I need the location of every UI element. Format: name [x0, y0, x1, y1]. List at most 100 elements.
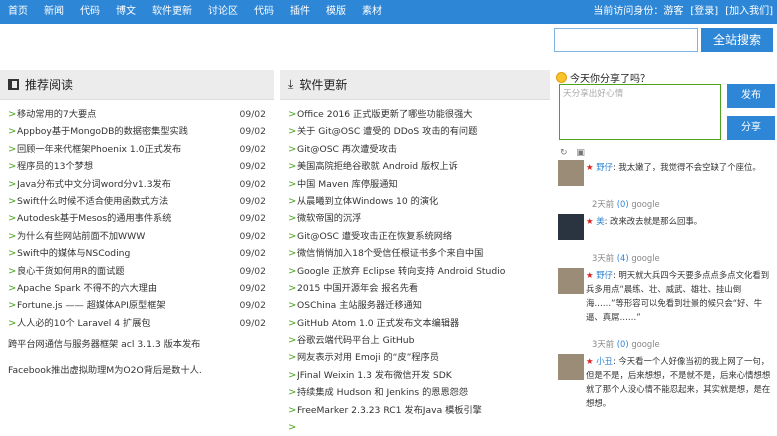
item-title[interactable]: 跨平台网通信与服务器框架 acl 3.1.3 版本发布 — [8, 332, 274, 358]
list-item[interactable]: > 移动常用的7大要点 09/02 — [8, 106, 274, 123]
list-item[interactable]: > — [8, 384, 274, 410]
item-title[interactable]: Autodesk基于Mesos的通用事件系统 — [17, 210, 230, 227]
item-title[interactable]: Appboy基于MongoDB的数据密集型实践 — [17, 123, 230, 140]
item-title[interactable]: Swift中的媒体与NSCoding — [17, 245, 230, 262]
search-button[interactable]: 全站搜索 — [701, 28, 773, 52]
item-title[interactable]: 从晨曦到立体Windows 10 的演化 — [297, 193, 550, 210]
item-title[interactable]: Git@OSC 遭受攻击正在恢复系统网络 — [297, 228, 550, 245]
refresh-icon[interactable]: ↻ — [560, 148, 568, 158]
item-title[interactable]: 持续集成 Hudson 和 Jenkins 的恩恩怨怨 — [297, 384, 550, 401]
list-item[interactable]: >2015 中国开源年会 报名先看 — [288, 280, 550, 297]
avatar[interactable] — [558, 354, 584, 380]
avatar[interactable] — [558, 214, 584, 240]
list-item[interactable]: > FreeMarker 2.3.23 RC1 发布Java 模板引擎 — [288, 402, 550, 419]
list-item[interactable]: > Swift中的媒体与NSCoding 09/02 — [8, 245, 274, 262]
nav-item[interactable]: 素材 — [354, 0, 390, 24]
item-title[interactable]: 良心干货如何用R的面试题 — [17, 263, 230, 280]
list-item[interactable]: > 微信悄悄加入18个受信任根证书多个来自中国 — [288, 245, 550, 262]
item-title[interactable]: 网友表示对用 Emoji 的“皮”程序员 — [297, 349, 550, 366]
list-item[interactable]: > Autodesk基于Mesos的通用事件系统 09/02 — [8, 210, 274, 227]
list-item[interactable]: > Swift什么时候不适合使用函数式方法 09/02 — [8, 193, 274, 210]
item-title[interactable]: Fortune.js —— 超媒体API原型框架 — [17, 297, 230, 314]
list-item[interactable]: > 为什么有些网站前面不加WWW 09/02 — [8, 228, 274, 245]
list-item[interactable]: > Appboy基于MongoDB的数据密集型实践 09/02 — [8, 123, 274, 140]
image-icon[interactable]: ▣ — [576, 148, 585, 158]
user-nav-item[interactable]: [加入我们] — [725, 0, 773, 24]
share-button[interactable]: 分享 — [727, 116, 775, 140]
nav-item[interactable]: 首页 — [0, 0, 36, 24]
list-item[interactable]: > 人人必的10个 Laravel 4 扩展包 09/02 — [8, 315, 274, 332]
item-title[interactable]: 谷歌云端代码平台上 GitHub — [297, 332, 550, 349]
item-title[interactable]: JFinal Weixin 1.3 发布微信开发 SDK — [297, 367, 550, 384]
search-input[interactable] — [554, 28, 698, 52]
item-title[interactable]: Office 2016 正式版更新了哪些功能很强大 — [297, 106, 550, 123]
item-title[interactable]: Java分布式中文分词word分v1.3发布 — [17, 176, 230, 193]
list-item[interactable]: > OSChina 主站服务器迁移通知 — [288, 297, 550, 314]
item-title[interactable]: Swift什么时候不适合使用函数式方法 — [17, 193, 230, 210]
nav-item[interactable]: 软件更新 — [144, 0, 200, 24]
reply-count[interactable]: (4) — [617, 253, 629, 263]
nav-item[interactable]: 讨论区 — [200, 0, 246, 24]
item-title[interactable]: 微软帝国的沉浮 — [297, 210, 550, 227]
list-item[interactable]: > 网友表示对用 Emoji 的“皮”程序员 — [288, 349, 550, 366]
avatar[interactable] — [558, 160, 584, 186]
list-item[interactable]: > 美国高院拒绝谷歌就 Android 版权上诉 — [288, 158, 550, 175]
list-item[interactable]: > JFinal Weixin 1.3 发布微信开发 SDK — [288, 367, 550, 384]
list-item[interactable]: > 从晨曦到立体Windows 10 的演化 — [288, 193, 550, 210]
list-item[interactable]: > Google 正放弃 Eclipse 转向支持 Android Studio — [288, 263, 550, 280]
item-title[interactable] — [297, 419, 550, 436]
list-item[interactable]: >Facebook推出虚拟助理M为O2O背后是数十人. — [8, 358, 274, 384]
list-item[interactable]: > GitHub Atom 1.0 正式发布文本编辑器 — [288, 315, 550, 332]
list-item[interactable]: > 谷歌云端代码平台上 GitHub — [288, 332, 550, 349]
list-item[interactable]: > 关于 Git@OSC 遭受的 DDoS 攻击的有问题 — [288, 123, 550, 140]
item-title[interactable]: 微信悄悄加入18个受信任根证书多个来自中国 — [297, 245, 550, 262]
list-item[interactable]: > Git@OSC 再次遭受攻击 — [288, 141, 550, 158]
tweet-author[interactable]: 美 — [596, 216, 604, 226]
item-title[interactable]: 为什么有些网站前面不加WWW — [17, 228, 230, 245]
item-title[interactable]: OSChina 主站服务器迁移通知 — [297, 297, 550, 314]
item-title[interactable]: 移动常用的7大要点 — [17, 106, 230, 123]
list-item[interactable]: >跨平台网通信与服务器框架 acl 3.1.3 版本发布 — [8, 332, 274, 358]
item-title[interactable]: Google 正放弃 Eclipse 转向支持 Android Studio — [297, 263, 550, 280]
nav-item[interactable]: 新闻 — [36, 0, 72, 24]
item-title[interactable]: 人人必的10个 Laravel 4 扩展包 — [17, 315, 230, 332]
item-title[interactable]: 2015 中国开源年会 报名先看 — [297, 280, 550, 297]
item-title[interactable]: 中国 Maven 库停服通知 — [297, 176, 550, 193]
item-title[interactable]: GitHub Atom 1.0 正式发布文本编辑器 — [297, 315, 550, 332]
list-item[interactable]: > 持续集成 Hudson 和 Jenkins 的恩恩怨怨 — [288, 384, 550, 401]
nav-item[interactable]: 插件 — [282, 0, 318, 24]
list-item[interactable]: > Apache Spark 不得不的六大理由 09/02 — [8, 280, 274, 297]
list-item[interactable]: > 良心干货如何用R的面试题 09/02 — [8, 263, 274, 280]
nav-item[interactable]: 博文 — [108, 0, 144, 24]
tweet-author[interactable]: 野仔 — [596, 270, 613, 280]
nav-item[interactable]: 代码 — [246, 0, 282, 24]
list-item[interactable]: > Fortune.js —— 超媒体API原型框架 09/02 — [8, 297, 274, 314]
reply-count[interactable]: (0) — [617, 199, 629, 209]
item-title[interactable]: FreeMarker 2.3.23 RC1 发布Java 模板引擎 — [297, 402, 550, 419]
item-title[interactable]: Git@OSC 再次遭受攻击 — [297, 141, 550, 158]
tweet-author[interactable]: 野仔 — [596, 162, 613, 172]
list-item[interactable]: > 程序员的13个梦想 09/02 — [8, 158, 274, 175]
user-nav-item[interactable]: [登录] — [690, 0, 718, 24]
item-title[interactable]: 回顾一年来代框架Phoenix 1.0正式发布 — [17, 141, 230, 158]
nav-item[interactable]: 模版 — [318, 0, 354, 24]
list-item[interactable]: > 中国 Maven 库停服通知 — [288, 176, 550, 193]
list-item[interactable]: > Office 2016 正式版更新了哪些功能很强大 — [288, 106, 550, 123]
list-item[interactable]: > 微软帝国的沉浮 — [288, 210, 550, 227]
nav-item[interactable]: 代码 — [72, 0, 108, 24]
list-item[interactable]: > Java分布式中文分词word分v1.3发布 09/02 — [8, 176, 274, 193]
item-title[interactable]: 程序员的13个梦想 — [17, 158, 230, 175]
tweet-author[interactable]: 小丑 — [596, 356, 613, 366]
item-title[interactable]: Facebook推出虚拟助理M为O2O背后是数十人. — [8, 358, 274, 384]
item-title[interactable]: Apache Spark 不得不的六大理由 — [17, 280, 230, 297]
list-item[interactable]: > Git@OSC 遭受攻击正在恢复系统网络 — [288, 228, 550, 245]
avatar[interactable] — [558, 268, 584, 294]
list-item[interactable]: > 回顾一年来代框架Phoenix 1.0正式发布 09/02 — [8, 141, 274, 158]
publish-button[interactable]: 发布 — [727, 84, 775, 108]
item-title[interactable]: 关于 Git@OSC 遭受的 DDoS 攻击的有问题 — [297, 123, 550, 140]
item-title[interactable]: 美国高院拒绝谷歌就 Android 版权上诉 — [297, 158, 550, 175]
top-nav-bar: 首页 新闻 代码 博文 软件更新 讨论区 代码 插件 模版 素材 当前访问身份：游客 [登录] [加入… — [0, 0, 777, 24]
tweet-input[interactable]: 天分享出好心情 — [559, 84, 721, 140]
reply-count[interactable]: (0) — [617, 339, 629, 349]
list-item[interactable]: > — [288, 419, 550, 436]
